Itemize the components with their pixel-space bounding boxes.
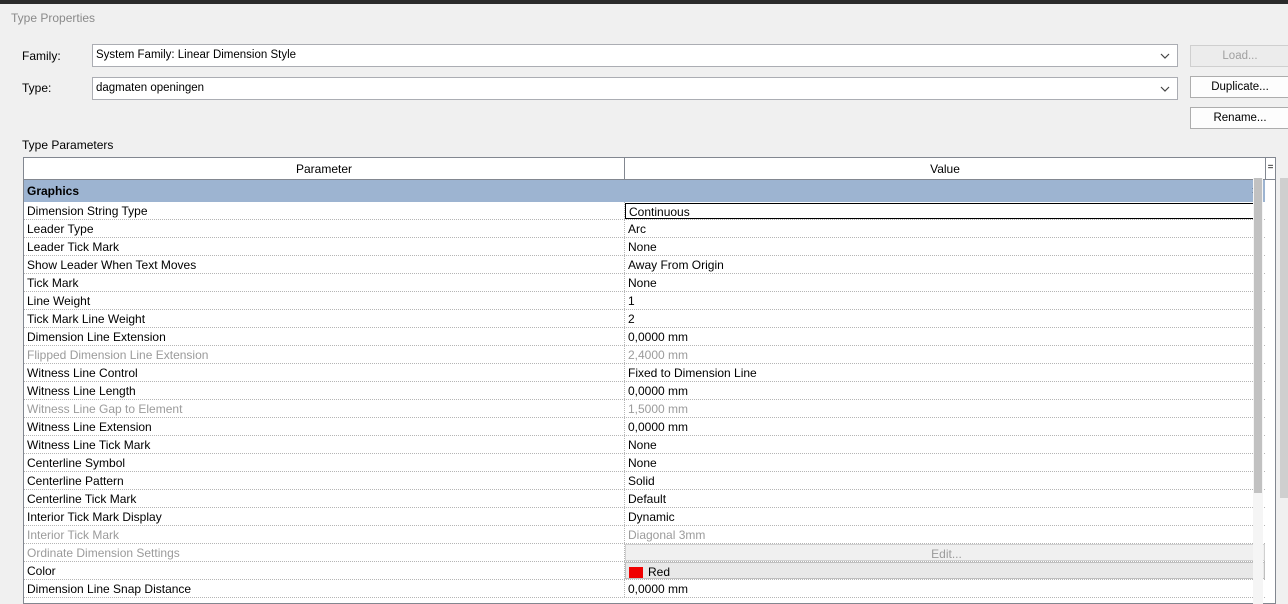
type-combobox[interactable]: dagmaten openingen bbox=[92, 77, 1178, 100]
value-column-header[interactable]: Value bbox=[625, 158, 1265, 179]
parameter-name: Tick Mark Line Weight bbox=[24, 310, 625, 327]
parameter-value: 1,5000 mm bbox=[628, 402, 689, 416]
parameter-rows: Dimension String Type Continuous Leader … bbox=[24, 202, 1265, 598]
table-row: Ordinate Dimension Settings Edit... bbox=[24, 544, 1265, 562]
type-value: dagmaten openingen bbox=[96, 82, 205, 94]
parameter-value[interactable]: 0,0000 mm bbox=[625, 382, 1265, 399]
dialog-scrollbar[interactable] bbox=[1280, 178, 1288, 498]
chevron-down-icon[interactable] bbox=[1159, 50, 1171, 62]
parameter-value[interactable]: 1 bbox=[625, 292, 1265, 309]
parameter-value[interactable]: 0,0000 mm bbox=[625, 580, 1265, 597]
table-row[interactable]: Dimension String Type Continuous bbox=[24, 202, 1265, 220]
grid-vertical-scrollbar[interactable] bbox=[1253, 178, 1263, 604]
table-row[interactable]: Centerline Tick Mark Default bbox=[24, 490, 1265, 508]
parameter-value[interactable]: None bbox=[625, 436, 1265, 453]
duplicate-button[interactable]: Duplicate... bbox=[1190, 76, 1288, 98]
parameter-value[interactable]: Continuous bbox=[625, 203, 1263, 219]
parameter-value: 2,4000 mm bbox=[628, 348, 689, 362]
parameter-value[interactable]: None bbox=[625, 238, 1265, 255]
parameter-name: Interior Tick Mark bbox=[24, 526, 625, 543]
parameter-name: Line Weight bbox=[24, 292, 625, 309]
parameter-name: Interior Tick Mark Display bbox=[24, 508, 625, 525]
family-value: System Family: Linear Dimension Style bbox=[96, 49, 297, 61]
parameter-value[interactable]: 0,0000 mm bbox=[625, 328, 1265, 345]
parameter-name: Leader Tick Mark bbox=[24, 238, 625, 255]
table-row[interactable]: Leader Tick Mark None bbox=[24, 238, 1265, 256]
family-combobox[interactable]: System Family: Linear Dimension Style bbox=[92, 44, 1178, 67]
parameter-name: Witness Line Tick Mark bbox=[24, 436, 625, 453]
parameter-name: Centerline Tick Mark bbox=[24, 490, 625, 507]
parameter-value[interactable]: 2 bbox=[625, 310, 1265, 327]
parameter-value[interactable]: None bbox=[625, 274, 1265, 291]
table-row[interactable]: Centerline Symbol None bbox=[24, 454, 1265, 472]
parameter-value[interactable]: Default bbox=[625, 490, 1265, 507]
parameter-value[interactable]: None bbox=[625, 454, 1265, 471]
parameter-name: Dimension Line Extension bbox=[24, 328, 625, 345]
color-value: Red bbox=[648, 565, 671, 579]
table-row[interactable]: Witness Line Extension 0,0000 mm bbox=[24, 418, 1265, 436]
parameter-name: Flipped Dimension Line Extension bbox=[24, 346, 625, 363]
parameter-value[interactable]: Arc bbox=[625, 220, 1265, 237]
table-row[interactable]: Show Leader When Text Moves Away From Or… bbox=[24, 256, 1265, 274]
parameter-name: Witness Line Length bbox=[24, 382, 625, 399]
type-parameters-label: Type Parameters bbox=[22, 138, 114, 152]
table-row[interactable]: Leader Type Arc bbox=[24, 220, 1265, 238]
table-row[interactable]: Dimension Line Extension 0,0000 mm bbox=[24, 328, 1265, 346]
grid-header: Parameter Value bbox=[24, 158, 1265, 180]
window-title: Type Properties bbox=[11, 11, 96, 25]
parameter-name: Witness Line Extension bbox=[24, 418, 625, 435]
table-row: Flipped Dimension Line Extension 2,4000 … bbox=[24, 346, 1265, 364]
parameter-name: Leader Type bbox=[24, 220, 625, 237]
table-row[interactable]: Tick Mark Line Weight 2 bbox=[24, 310, 1265, 328]
color-button[interactable]: Red bbox=[625, 562, 1265, 579]
scrollbar-thumb[interactable] bbox=[1254, 178, 1262, 493]
parameter-name: Color bbox=[24, 562, 625, 579]
type-label: Type: bbox=[22, 81, 52, 95]
family-label: Family: bbox=[22, 49, 61, 63]
table-row: Interior Tick Mark Diagonal 3mm bbox=[24, 526, 1265, 544]
parameter-name: Show Leader When Text Moves bbox=[24, 256, 625, 273]
parameter-value[interactable]: Solid bbox=[625, 472, 1265, 489]
parameter-name: Dimension String Type bbox=[24, 202, 625, 219]
parameter-name: Ordinate Dimension Settings bbox=[24, 544, 625, 561]
group-header-graphics[interactable]: Graphics bbox=[24, 180, 1265, 202]
table-row[interactable]: Witness Line Control Fixed to Dimension … bbox=[24, 364, 1265, 382]
parameter-name: Witness Line Gap to Element bbox=[24, 400, 625, 417]
table-row[interactable]: Interior Tick Mark Display Dynamic bbox=[24, 508, 1265, 526]
color-swatch bbox=[629, 567, 643, 578]
formula-toggle-button[interactable]: = bbox=[1265, 158, 1275, 180]
parameter-name: Witness Line Control bbox=[24, 364, 625, 381]
table-row[interactable]: Tick Mark None bbox=[24, 274, 1265, 292]
parameter-value[interactable]: Dynamic bbox=[625, 508, 1265, 525]
parameter-value[interactable]: Away From Origin bbox=[625, 256, 1265, 273]
table-row[interactable]: Witness Line Tick Mark None bbox=[24, 436, 1265, 454]
parameter-value[interactable]: 0,0000 mm bbox=[625, 418, 1265, 435]
parameter-name: Dimension Line Snap Distance bbox=[24, 580, 625, 597]
parameter-column-header[interactable]: Parameter bbox=[24, 158, 625, 179]
title-bar: Type Properties bbox=[0, 4, 1288, 32]
parameter-value: Diagonal 3mm bbox=[628, 528, 706, 542]
edit-button[interactable]: Edit... bbox=[625, 544, 1265, 561]
parameter-name: Tick Mark bbox=[24, 274, 625, 291]
table-row: Witness Line Gap to Element 1,5000 mm bbox=[24, 400, 1265, 418]
group-label: Graphics bbox=[27, 184, 80, 198]
parameter-value[interactable]: Fixed to Dimension Line bbox=[625, 364, 1265, 381]
chevron-down-icon[interactable] bbox=[1159, 83, 1171, 95]
table-row[interactable]: Witness Line Length 0,0000 mm bbox=[24, 382, 1265, 400]
parameter-name: Centerline Pattern bbox=[24, 472, 625, 489]
load-button[interactable]: Load... bbox=[1190, 45, 1288, 67]
rename-button[interactable]: Rename... bbox=[1190, 107, 1288, 129]
table-row[interactable]: Centerline Pattern Solid bbox=[24, 472, 1265, 490]
table-row[interactable]: Line Weight 1 bbox=[24, 292, 1265, 310]
type-parameters-grid[interactable]: Parameter Value = Graphics Dimension Str… bbox=[23, 157, 1276, 604]
table-row[interactable]: Color Red bbox=[24, 562, 1265, 580]
table-row[interactable]: Dimension Line Snap Distance 0,0000 mm bbox=[24, 580, 1265, 598]
parameter-name: Centerline Symbol bbox=[24, 454, 625, 471]
